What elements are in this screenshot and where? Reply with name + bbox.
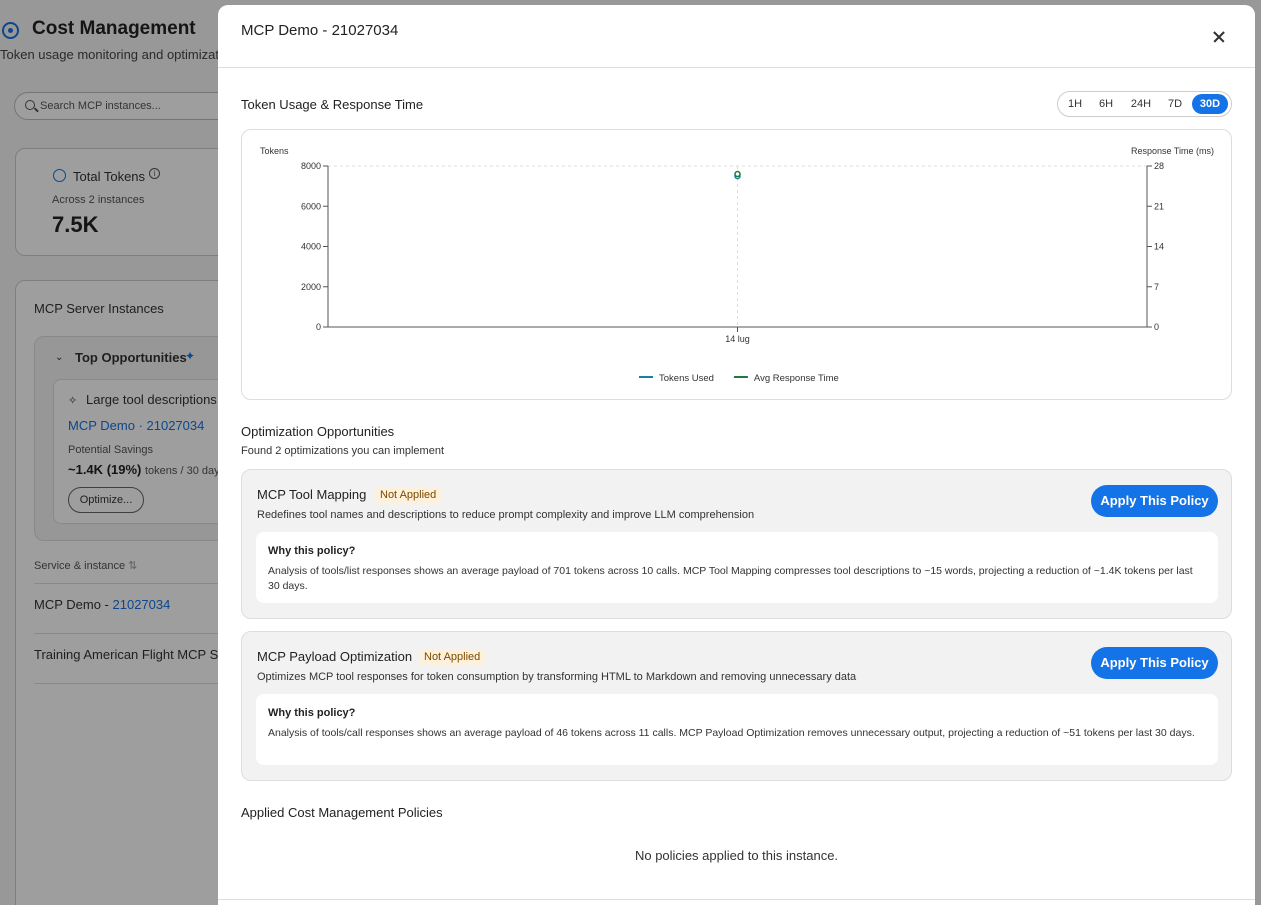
chart-svg: Tokens Response Time (ms) 0 2000 4000 6000 800… (260, 146, 1214, 384)
why-policy-box: Why this policy? Analysis of tools/list … (256, 532, 1218, 603)
y-tick-label: 8000 (301, 161, 321, 171)
y-tick-label: 6000 (301, 201, 321, 211)
optimization-title: Optimization Opportunities (241, 424, 395, 439)
legend-label: Tokens Used (659, 373, 714, 384)
why-policy-title: Why this policy? (268, 545, 356, 557)
optimization-subtitle: Found 2 optimizations you can implement (241, 445, 444, 457)
applied-policies-empty: No policies applied to this instance. (634, 848, 839, 863)
time-range-selector: 1H 6H 24H 7D 30D (1057, 91, 1232, 117)
y-tick-label: 0 (316, 322, 321, 332)
why-policy-text: Analysis of tools/call responses shows a… (268, 727, 1195, 739)
close-icon[interactable] (1208, 26, 1230, 48)
token-usage-chart: Tokens Response Time (ms) 0 2000 4000 6000 800… (241, 129, 1232, 400)
range-30d-button[interactable]: 30D (1192, 94, 1228, 114)
y-tick-label: 2000 (301, 282, 321, 292)
y2-tick-label: 14 (1154, 242, 1164, 252)
instance-detail-modal: MCP Demo - 21027034 Token Usage & Respon… (218, 5, 1255, 905)
why-policy-box: Why this policy? Analysis of tools/call … (256, 694, 1218, 765)
policy-name: MCP Tool Mapping (257, 487, 367, 502)
range-24h-button[interactable]: 24H (1126, 94, 1156, 114)
policy-description: Optimizes MCP tool responses for token c… (257, 671, 857, 683)
policy-card-payload-optimization: MCP Payload Optimization Not Applied Opt… (241, 631, 1232, 781)
y2-tick-label: 28 (1154, 161, 1164, 171)
why-policy-title: Why this policy? (268, 707, 356, 719)
policy-name: MCP Payload Optimization (257, 649, 413, 664)
range-6h-button[interactable]: 6H (1094, 94, 1118, 114)
chart-title: Token Usage & Response Time (241, 97, 424, 112)
y2-tick-label: 7 (1154, 282, 1159, 292)
status-badge: Not Applied (419, 649, 486, 665)
y2-tick-label: 0 (1154, 322, 1159, 332)
modal-header-divider (218, 67, 1255, 68)
modal-bottom-divider (218, 899, 1255, 900)
apply-policy-button[interactable]: Apply This Policy (1091, 647, 1218, 679)
why-policy-text: Analysis of tools/list responses shows a… (268, 565, 1193, 592)
y2-tick-label: 21 (1154, 201, 1164, 211)
x-tick-label: 14 lug (725, 334, 750, 344)
applied-policies-title: Applied Cost Management Policies (241, 805, 443, 820)
policy-description: Redefines tool names and descriptions to… (257, 509, 755, 521)
response-time-point (734, 170, 741, 178)
modal-title: MCP Demo - 21027034 (241, 22, 399, 39)
y-tick-label: 4000 (301, 242, 321, 252)
y-axis-label: Tokens (260, 146, 289, 156)
range-7d-button[interactable]: 7D (1163, 94, 1187, 114)
legend-label: Avg Response Time (754, 373, 839, 384)
y2-axis-label: Response Time (ms) (1131, 146, 1214, 156)
apply-policy-button[interactable]: Apply This Policy (1091, 485, 1218, 517)
status-badge: Not Applied (375, 487, 442, 503)
range-1h-button[interactable]: 1H (1064, 94, 1086, 114)
policy-card-tool-mapping: MCP Tool Mapping Not Applied Redefines t… (241, 469, 1232, 619)
